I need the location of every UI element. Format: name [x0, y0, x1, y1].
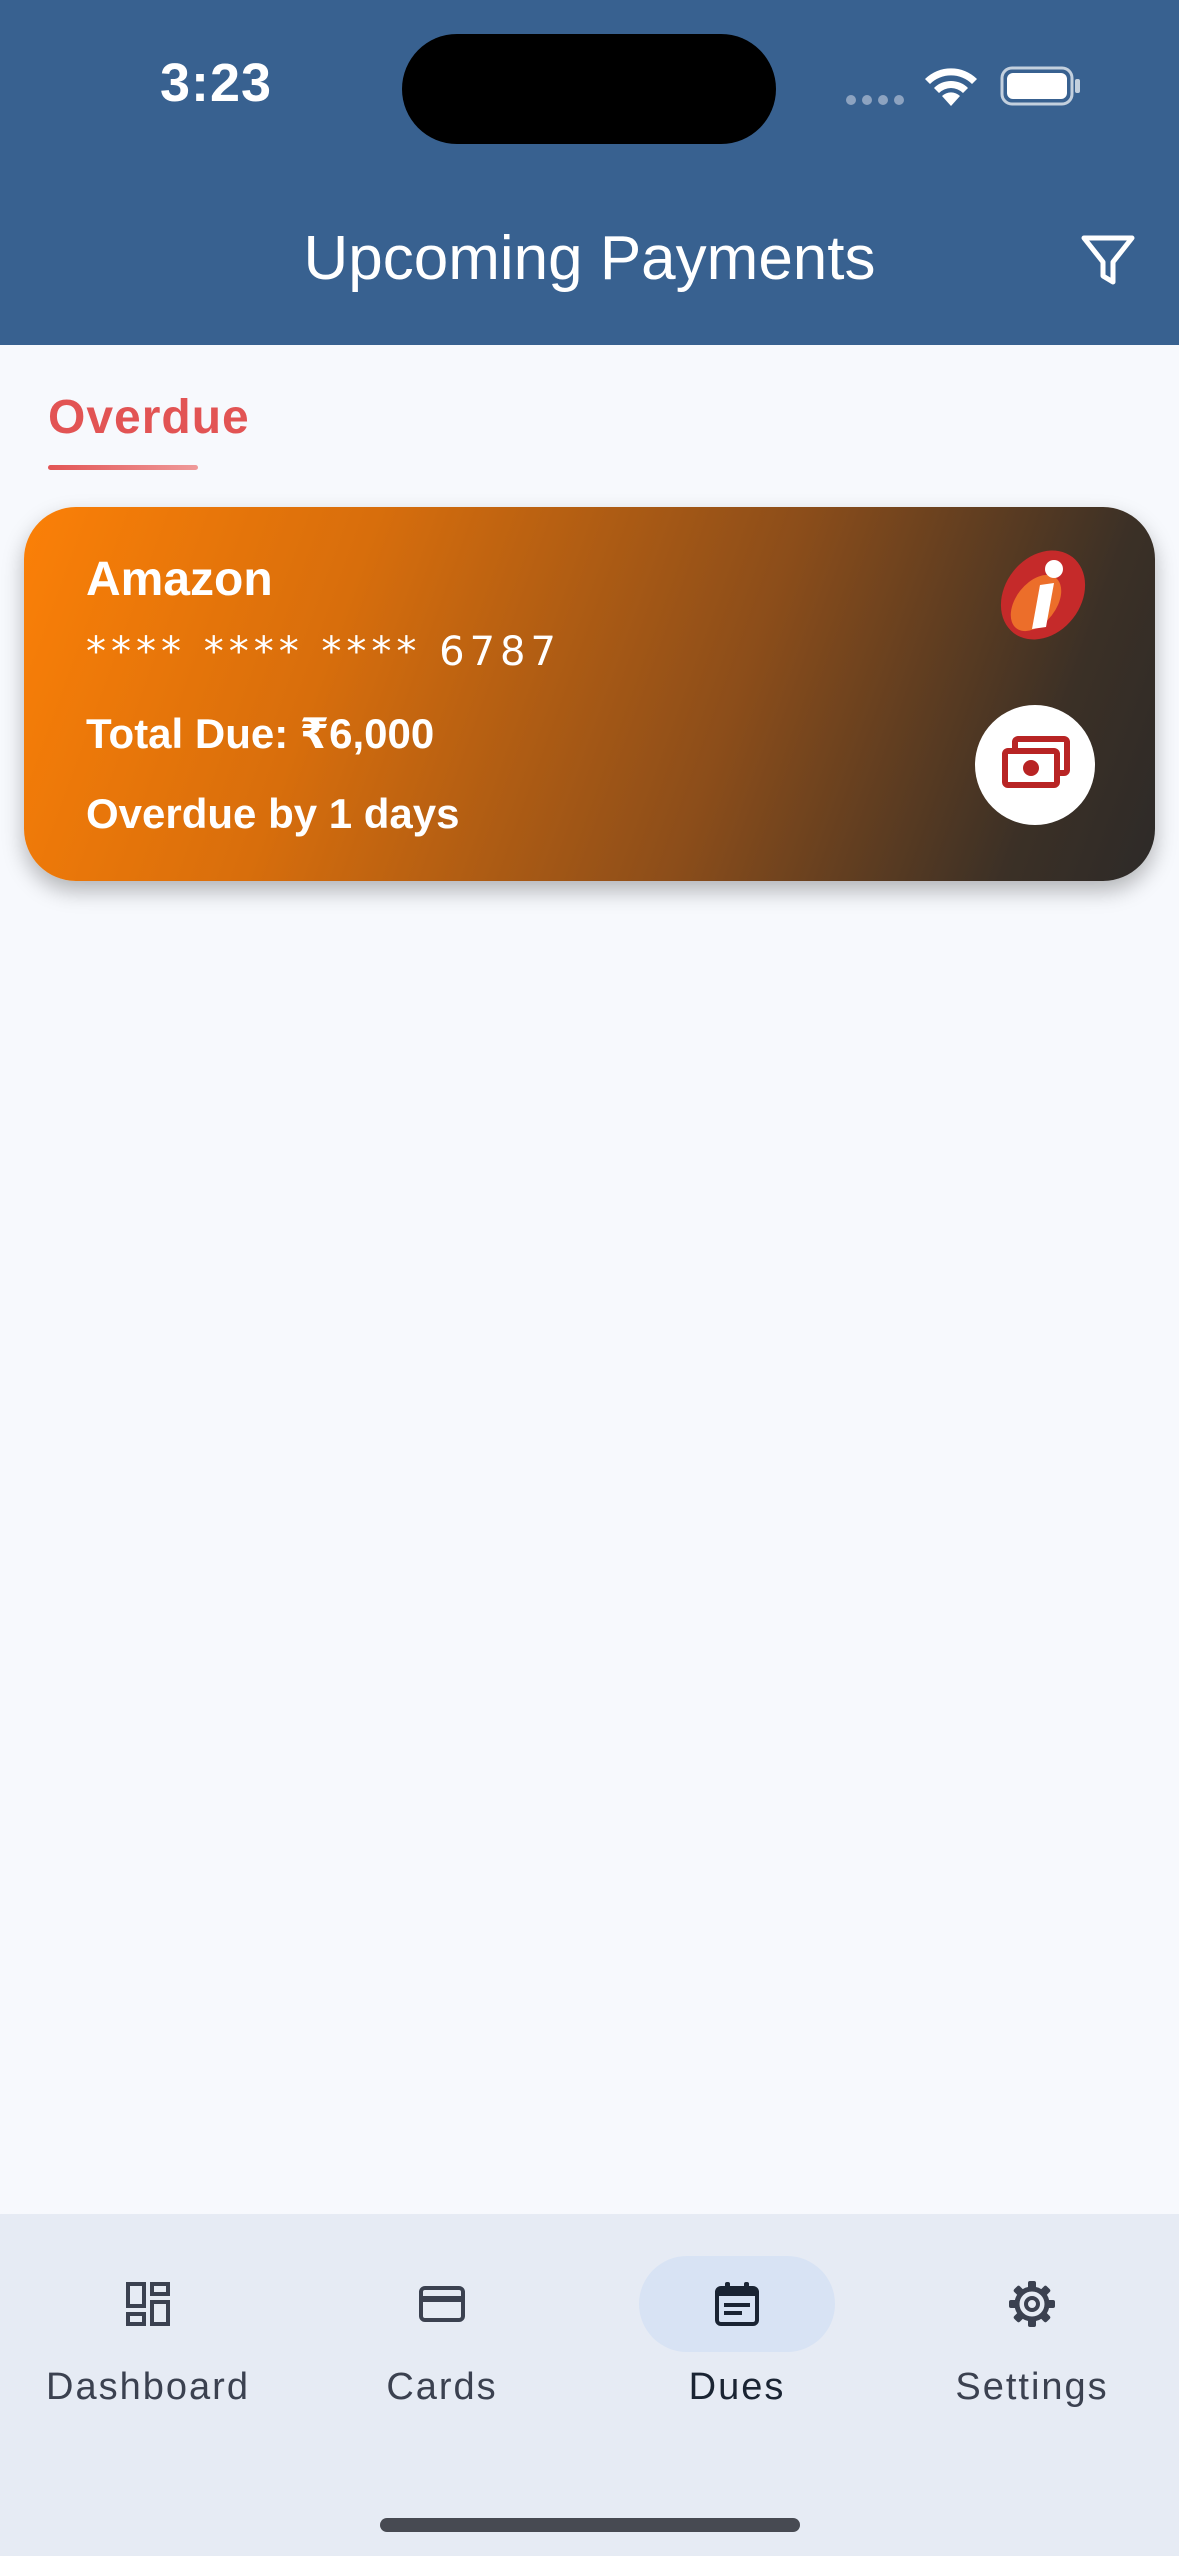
- nav-label-settings: Settings: [955, 2366, 1109, 2408]
- credit-card-due[interactable]: Amazon **** **** **** 6787 Total Due: ₹6…: [24, 507, 1155, 881]
- status-time: 3:23: [160, 53, 273, 113]
- dashboard-icon: [100, 2256, 196, 2352]
- battery-icon: [1000, 66, 1080, 106]
- bottom-navigation: Dashboard Cards Dues Settings: [0, 2214, 1179, 2556]
- card-total-due: Total Due: ₹6,000: [86, 710, 435, 757]
- home-indicator[interactable]: [380, 2518, 800, 2532]
- card-number: **** **** **** 6787: [86, 629, 561, 675]
- wifi-icon: [925, 68, 977, 106]
- nav-label-dues: Dues: [688, 2366, 786, 2408]
- nav-item-cards[interactable]: Cards: [312, 2214, 572, 2454]
- bank-logo-icon: [1000, 550, 1086, 640]
- nav-item-dashboard[interactable]: Dashboard: [18, 2214, 278, 2454]
- dynamic-island: [402, 34, 776, 144]
- gear-icon: [984, 2256, 1080, 2352]
- card-overdue-text: Overdue by 1 days: [86, 790, 460, 837]
- pay-button[interactable]: [975, 705, 1095, 825]
- nav-item-settings[interactable]: Settings: [902, 2214, 1162, 2454]
- pay-money-icon: [1002, 736, 1070, 788]
- credit-card-icon: [394, 2256, 490, 2352]
- nav-label-cards: Cards: [386, 2366, 498, 2408]
- app-header: 3:23 Upcoming Payments: [0, 0, 1179, 345]
- filter-icon[interactable]: [1080, 232, 1136, 288]
- cellular-signal-icon: [846, 95, 904, 105]
- nav-item-dues[interactable]: Dues: [607, 2214, 867, 2454]
- calendar-icon: [689, 2256, 785, 2352]
- nav-label-dashboard: Dashboard: [46, 2366, 250, 2408]
- tab-indicator: [48, 465, 198, 470]
- tab-overdue[interactable]: Overdue: [48, 390, 250, 445]
- card-name: Amazon: [86, 553, 273, 606]
- page-title: Upcoming Payments: [303, 224, 876, 293]
